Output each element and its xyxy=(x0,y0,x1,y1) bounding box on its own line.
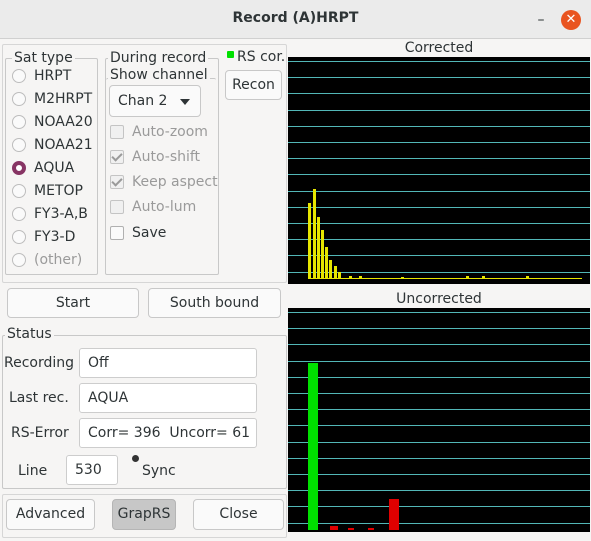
minimize-icon[interactable]: – xyxy=(531,10,551,30)
grid-line xyxy=(288,142,590,143)
uncorrected-bar xyxy=(308,363,318,530)
uncorrected-bar xyxy=(348,528,354,530)
close-window-icon[interactable]: ✕ xyxy=(561,10,581,30)
grid-line xyxy=(288,77,590,79)
grid-line xyxy=(288,109,590,111)
uncorrected-bar xyxy=(389,499,399,530)
grid-line xyxy=(288,206,590,208)
controls-frame xyxy=(2,44,287,283)
grid-line xyxy=(288,158,590,160)
grid-line xyxy=(288,490,590,492)
grid-line xyxy=(288,255,590,257)
grid-line xyxy=(288,506,590,508)
grid-line xyxy=(288,522,590,524)
rs-error-field[interactable]: Corr= 396 Uncorr= 61 xyxy=(79,418,257,448)
last-rec-field[interactable]: AQUA xyxy=(79,383,257,413)
uncorrected-graph xyxy=(288,308,590,532)
grid-line xyxy=(288,125,590,127)
grid-line xyxy=(288,393,590,394)
south-bound-button[interactable]: South bound xyxy=(148,288,281,318)
grid-line xyxy=(288,409,590,411)
grid-line xyxy=(288,312,590,313)
advanced-button[interactable]: Advanced xyxy=(6,499,95,530)
grid-line xyxy=(288,360,590,362)
grid-line xyxy=(288,239,590,241)
corrected-bar xyxy=(325,247,328,279)
start-button[interactable]: Start xyxy=(7,288,139,318)
grid-line xyxy=(288,328,590,330)
grid-line xyxy=(288,344,590,346)
grid-line xyxy=(288,457,590,459)
sync-indicator xyxy=(132,455,139,462)
corrected-bar xyxy=(321,230,324,279)
grid-line xyxy=(288,376,590,378)
line-label: Line xyxy=(18,463,48,479)
grid-line xyxy=(288,93,590,95)
uncorrected-bar xyxy=(330,526,338,530)
grid-line xyxy=(288,174,590,176)
recording-field[interactable]: Off xyxy=(79,348,257,378)
recording-label: Recording xyxy=(4,355,75,371)
line-field[interactable]: 530 xyxy=(66,455,118,485)
corrected-baseline xyxy=(308,278,582,279)
grid-line xyxy=(288,61,590,62)
close-button[interactable]: Close xyxy=(193,499,284,530)
rs-error-label: RS-Error xyxy=(11,425,69,441)
corrected-title: Corrected xyxy=(404,40,474,56)
corrected-graph xyxy=(288,57,590,284)
grid-line xyxy=(288,474,590,475)
sync-label: Sync xyxy=(142,463,176,479)
title-bar: Record (A)HRPT – ✕ xyxy=(0,0,591,39)
uncorrected-title: Uncorrected xyxy=(396,291,482,307)
graprs-button[interactable]: GrapRS xyxy=(112,499,176,530)
corrected-bar xyxy=(313,189,316,279)
status-title: Status xyxy=(5,326,54,342)
grid-line xyxy=(288,223,590,224)
grid-line xyxy=(288,425,590,427)
last-rec-label: Last rec. xyxy=(9,390,69,406)
window-title: Record (A)HRPT xyxy=(232,10,359,26)
corrected-bar xyxy=(308,203,311,279)
corrected-bar xyxy=(329,260,332,279)
uncorrected-bar xyxy=(368,528,374,530)
grid-line xyxy=(288,441,590,443)
corrected-bar xyxy=(317,217,320,279)
grid-line xyxy=(288,190,590,192)
